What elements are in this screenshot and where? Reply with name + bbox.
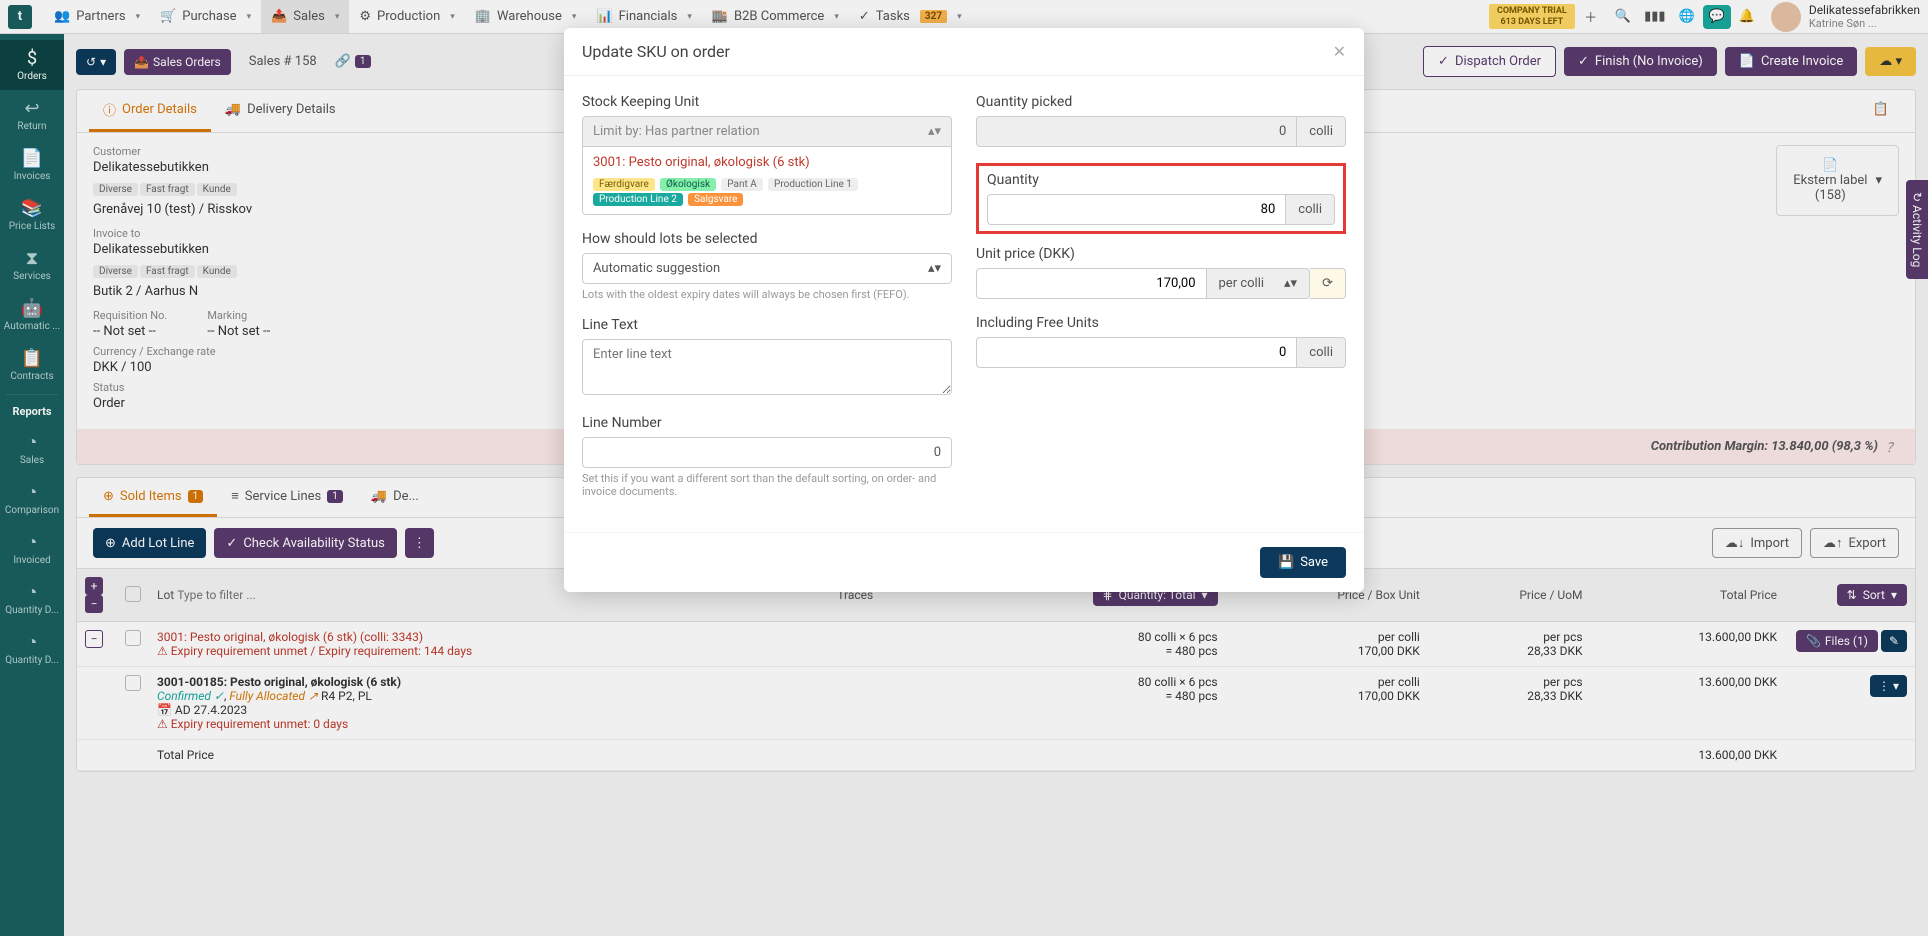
qty-label: Quantity <box>987 172 1335 188</box>
linenum-input[interactable] <box>582 437 952 468</box>
free-label: Including Free Units <box>976 315 1346 331</box>
lots-select[interactable]: Automatic suggestion▴▾ <box>582 253 952 284</box>
quantity-highlight: Quantity colli <box>976 163 1346 234</box>
qty-unit: colli <box>1286 194 1335 225</box>
price-label: Unit price (DKK) <box>976 246 1346 262</box>
sku-tag: Production Line 2 <box>593 193 683 206</box>
select-caret-icon: ▴▾ <box>1284 276 1297 291</box>
save-button[interactable]: 💾 Save <box>1260 547 1346 578</box>
price-unit-select-wrapper[interactable]: per colli▴▾ <box>1207 268 1311 299</box>
sku-tag: Færdigvare <box>593 178 655 191</box>
sku-limit-select[interactable]: Limit by: Has partner relation▴▾ <box>582 116 952 147</box>
select-caret-icon: ▴▾ <box>928 261 941 276</box>
free-unit: colli <box>1297 337 1346 368</box>
modal-title: Update SKU on order <box>582 42 730 61</box>
select-caret-icon: ▴▾ <box>928 124 941 139</box>
sku-selected[interactable]: 3001: Pesto original, økologisk (6 stk) … <box>582 147 952 215</box>
linetext-input[interactable] <box>582 339 952 395</box>
free-input[interactable] <box>976 337 1297 368</box>
qty-input[interactable] <box>987 194 1286 225</box>
update-sku-modal: Update SKU on order ✕ Stock Keeping Unit… <box>564 28 1364 592</box>
sku-label: Stock Keeping Unit <box>582 94 952 110</box>
sku-tag: Salgsvare <box>688 193 743 206</box>
lots-label: How should lots be selected <box>582 231 952 247</box>
sku-tag: Pant A <box>721 178 763 191</box>
linenum-help: Set this if you want a different sort th… <box>582 472 952 498</box>
price-input[interactable] <box>976 268 1207 299</box>
refresh-price-button[interactable]: ⟳ <box>1310 268 1346 299</box>
sku-tag: Økologisk <box>660 178 716 191</box>
qtypicked-label: Quantity picked <box>976 94 1346 110</box>
qtypicked-unit: colli <box>1297 116 1346 147</box>
qtypicked-input <box>976 116 1297 147</box>
linetext-label: Line Text <box>582 317 952 333</box>
linenum-label: Line Number <box>582 415 952 431</box>
sku-tag: Production Line 1 <box>768 178 858 191</box>
close-icon[interactable]: ✕ <box>1333 42 1346 61</box>
lots-help: Lots with the oldest expiry dates will a… <box>582 288 952 301</box>
